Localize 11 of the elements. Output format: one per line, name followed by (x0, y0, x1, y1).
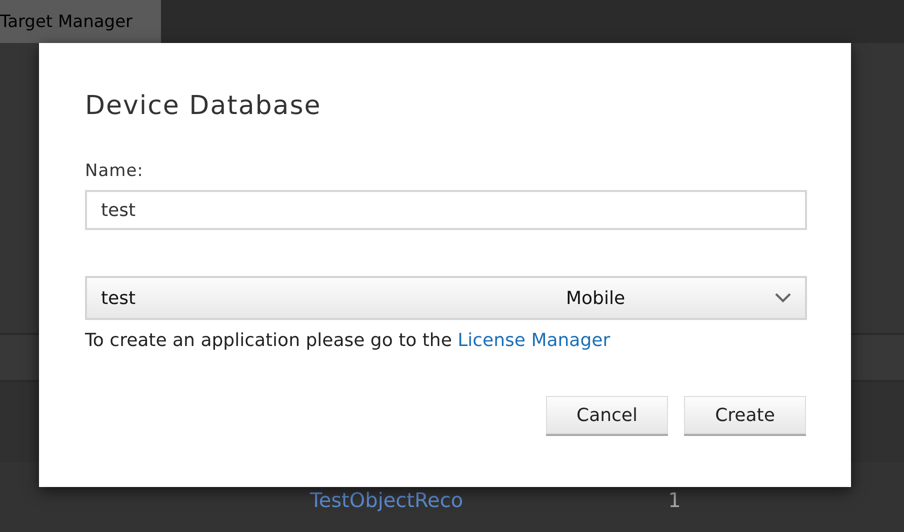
dialog-title: Device Database (85, 91, 322, 121)
row-count: 1 (668, 489, 681, 511)
cancel-button[interactable]: Cancel (546, 396, 668, 436)
help-text: To create an application please go to the License Manager (85, 330, 610, 351)
license-manager-link[interactable]: License Manager (458, 330, 610, 351)
create-button[interactable]: Create (684, 396, 806, 436)
row-name: TestObjectReco (310, 489, 464, 511)
chevron-down-icon (775, 293, 791, 303)
device-select[interactable]: test Mobile (85, 276, 807, 320)
name-field[interactable]: test (85, 190, 807, 230)
name-label: Name: (85, 161, 144, 181)
